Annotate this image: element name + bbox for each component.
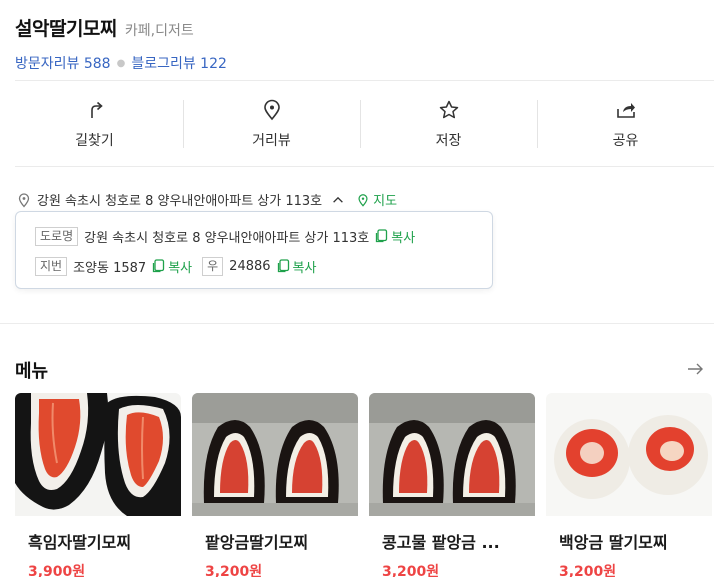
title-row: 설악딸기모찌 카페,디저트	[15, 14, 227, 41]
share-button[interactable]: 공유	[537, 94, 714, 154]
map-pin-icon	[263, 99, 280, 121]
address-detail-popup: 도로명 강원 속초시 청호로 8 양우내안애아파트 상가 113호 복사 지번 …	[15, 211, 493, 289]
divider	[15, 166, 714, 167]
review-row: 방문자리뷰 588 ● 블로그리뷰 122	[15, 53, 227, 73]
menu-item-photo	[15, 393, 181, 516]
street-view-button[interactable]: 거리뷰	[183, 94, 360, 154]
location-pin-icon	[18, 192, 30, 207]
menu-item-name: 흑임자딸기모찌	[28, 533, 132, 552]
menu-item-card[interactable]: 흑임자딸기모찌 3,900원	[15, 393, 181, 577]
copy-label: 복사	[168, 260, 193, 276]
menu-item-price: 3,200원	[382, 564, 440, 577]
separator-dot: ●	[116, 57, 126, 69]
map-link[interactable]: 지도	[356, 190, 397, 209]
road-address: 강원 속초시 청호로 8 양우내안애아파트 상가 113호	[84, 230, 370, 246]
copy-lot-address-button[interactable]: 복사	[152, 257, 192, 276]
menu-item-card[interactable]: 콩고물 팥앙금 ... 3,200원	[369, 393, 535, 577]
star-icon	[439, 100, 458, 119]
share-label: 공유	[612, 133, 639, 149]
share-icon	[616, 103, 635, 118]
menu-item-card[interactable]: 백앙금 딸기모찌 3,200원	[546, 393, 712, 577]
directions-button[interactable]: 길찾기	[6, 94, 183, 154]
map-link-label: 지도	[373, 194, 398, 209]
road-address-line: 도로명 강원 속초시 청호로 8 양우내안애아파트 상가 113호 복사	[35, 224, 492, 248]
road-address-tag: 도로명	[35, 226, 79, 246]
copy-icon	[277, 259, 289, 273]
menu-item-name: 백앙금 딸기모찌	[559, 533, 668, 552]
copy-road-address-button[interactable]: 복사	[375, 227, 415, 246]
menu-item-photo	[369, 393, 535, 516]
address-summary: 강원 속초시 청호로 8 양우내안애아파트 상가 113호	[37, 194, 323, 209]
save-button[interactable]: 저장	[360, 94, 537, 154]
place-header: 설악딸기모찌 카페,디저트 방문자리뷰 588 ● 블로그리뷰 122	[15, 14, 227, 73]
lot-address: 조양동 1587	[73, 260, 147, 276]
zip-code-tag: 우	[202, 256, 224, 276]
menu-item-price: 3,200원	[205, 564, 263, 577]
divider	[15, 80, 714, 81]
copy-icon	[153, 259, 165, 273]
copy-icon	[376, 229, 388, 243]
street-view-label: 거리뷰	[252, 133, 291, 149]
place-name: 설악딸기모찌	[15, 18, 117, 40]
menu-item-name: 팥앙금딸기모찌	[205, 533, 309, 552]
menu-item-price: 3,900원	[28, 564, 86, 577]
menu-item-photo	[192, 393, 358, 516]
arrow-right-icon[interactable]	[686, 360, 704, 378]
map-pin-green-icon	[358, 193, 368, 207]
address-row[interactable]: 강원 속초시 청호로 8 양우내안애아파트 상가 113호 지도	[16, 190, 397, 209]
visitor-review-link[interactable]: 방문자리뷰 588	[15, 53, 111, 73]
lot-address-tag: 지번	[35, 256, 68, 276]
action-bar: 길찾기 거리뷰 저장 공유	[6, 94, 714, 154]
menu-item-name: 콩고물 팥앙금 ...	[382, 533, 500, 552]
lot-address-line: 지번 조양동 1587 복사 우 24886 복사	[35, 254, 492, 278]
menu-list: 흑임자딸기모찌 3,900원 팥앙금딸기모찌 3,200원 콩고물 팥앙금 ..…	[15, 393, 712, 577]
zip-code: 24886	[229, 258, 271, 274]
blog-review-link[interactable]: 블로그리뷰 122	[131, 53, 227, 73]
menu-section-title: 메뉴	[15, 361, 49, 382]
menu-item-card[interactable]: 팥앙금딸기모찌 3,200원	[192, 393, 358, 577]
directions-label: 길찾기	[75, 133, 114, 149]
copy-label: 복사	[391, 230, 416, 246]
copy-zip-code-button[interactable]: 복사	[277, 257, 317, 276]
copy-label: 복사	[292, 260, 317, 276]
save-label: 저장	[435, 133, 462, 149]
menu-item-price: 3,200원	[559, 564, 617, 577]
chevron-up-icon[interactable]	[331, 193, 345, 207]
section-divider	[0, 323, 714, 324]
menu-item-photo	[546, 393, 712, 516]
directions-icon	[90, 101, 103, 118]
place-category: 카페,디저트	[124, 23, 194, 39]
